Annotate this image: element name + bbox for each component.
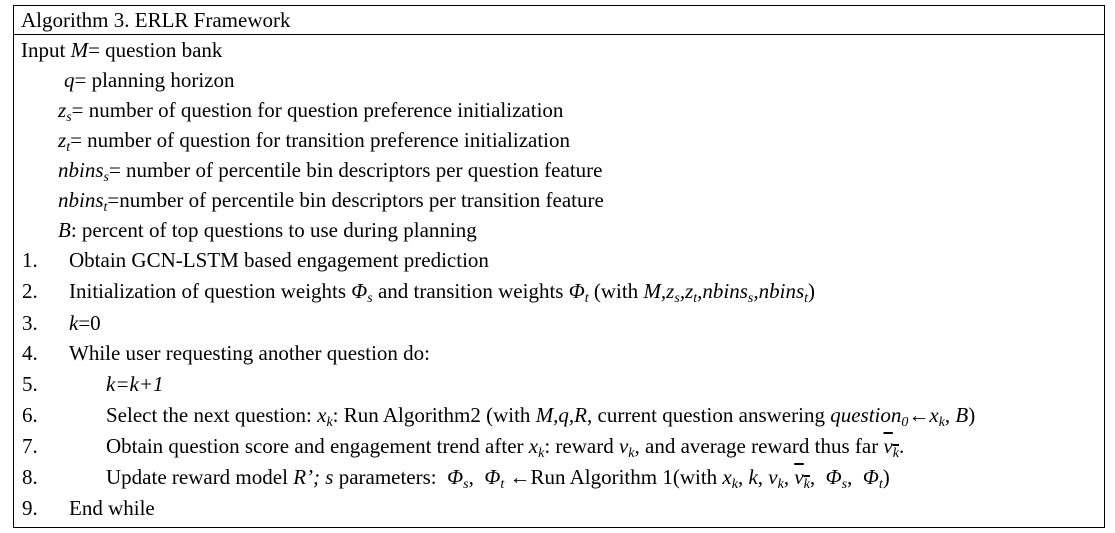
step-4: While user requesting another question d… <box>69 341 430 365</box>
step-number: 7. <box>22 434 38 458</box>
algorithm-box: Algorithm 3. ERLR Framework Input M= que… <box>13 5 1105 528</box>
input-nbins-s-line: nbinss= number of percentile bin descrip… <box>58 158 603 185</box>
input-M-line: Input M= question bank <box>21 37 222 63</box>
step-1: Obtain GCN-LSTM based engagement predict… <box>69 248 489 272</box>
step-number: 3. <box>22 311 38 335</box>
input-label: Input <box>21 38 66 62</box>
step-number: 6. <box>22 403 38 427</box>
step-8: Update reward model R’; s parameters: Φs… <box>106 465 890 492</box>
algorithm-title: Algorithm 3. ERLR Framework <box>21 8 291 32</box>
input-zt-line: zt= number of question for transition pr… <box>58 128 571 155</box>
step-number: 5. <box>22 372 38 396</box>
step-5: k=k+1 <box>106 372 164 396</box>
step-number: 9. <box>22 496 38 520</box>
input-nbins-t-line: nbinst=number of percentile bin descript… <box>58 188 604 215</box>
title-row: Algorithm 3. ERLR Framework <box>14 6 1104 35</box>
input-M: M= question bank <box>70 38 223 62</box>
step-number: 4. <box>22 341 38 365</box>
step-7: Obtain question score and engagement tre… <box>106 434 905 461</box>
step-6: Select the next question: xk: Run Algori… <box>106 403 976 430</box>
step-number: 2. <box>22 279 38 303</box>
step-2: Initialization of question weights Φs an… <box>69 279 816 306</box>
input-B-line: B: percent of top questions to use durin… <box>58 218 477 242</box>
step-number: 8. <box>22 465 38 489</box>
input-zs-line: zs= number of question for question pref… <box>58 98 564 125</box>
step-3: k=0 <box>69 311 101 335</box>
step-number: 1. <box>22 248 38 272</box>
input-q-line: q= planning horizon <box>64 68 235 92</box>
step-9: End while <box>69 496 155 520</box>
